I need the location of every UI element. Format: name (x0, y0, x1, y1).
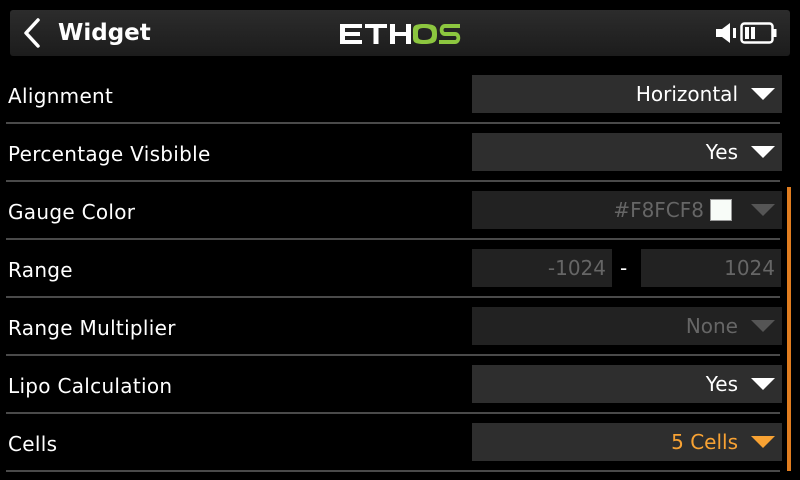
scrollbar[interactable] (787, 187, 791, 471)
gauge-color-value: #F8FCF8 (613, 198, 704, 222)
header: Widget (0, 0, 800, 66)
dropdown-arrow-icon (751, 378, 775, 390)
range-multiplier-select[interactable]: None (472, 307, 782, 345)
lipo-calculation-value: Yes (705, 372, 738, 396)
row-lipo-calculation: Lipo Calculation Yes (0, 356, 800, 414)
settings-list: Alignment Horizontal Percentage Visbible… (0, 66, 800, 472)
alignment-select[interactable]: Horizontal (472, 75, 782, 113)
page-title: Widget (58, 20, 151, 46)
percentage-visible-label: Percentage Visbible (8, 142, 211, 166)
cells-value: 5 Cells (671, 430, 738, 454)
range-max-field[interactable]: 1024 (641, 249, 781, 287)
color-swatch (710, 199, 732, 221)
dropdown-arrow-icon (751, 204, 775, 216)
row-cells: Cells 5 Cells (0, 414, 800, 472)
gauge-color-label: Gauge Color (8, 200, 136, 224)
range-multiplier-label: Range Multiplier (8, 316, 176, 340)
row-range-multiplier: Range Multiplier None (0, 298, 800, 356)
range-separator: - (620, 256, 628, 280)
range-label: Range (8, 258, 73, 282)
range-max-value: 1024 (724, 256, 775, 280)
row-alignment: Alignment Horizontal (0, 66, 800, 124)
dropdown-arrow-icon (751, 146, 775, 158)
lipo-calculation-label: Lipo Calculation (8, 374, 173, 398)
range-min-field[interactable]: -1024 (472, 249, 612, 287)
ethos-logo (338, 18, 462, 50)
range-min-value: -1024 (547, 256, 606, 280)
row-range: Range -1024 - 1024 (0, 240, 800, 298)
range-multiplier-value: None (685, 314, 738, 338)
dropdown-arrow-icon (751, 320, 775, 332)
chevron-left-icon (24, 18, 40, 48)
battery-icon (740, 21, 778, 45)
speaker-icon (712, 20, 738, 46)
cells-select[interactable]: 5 Cells (472, 423, 782, 461)
percentage-visible-value: Yes (705, 140, 738, 164)
gauge-color-select[interactable]: #F8FCF8 (472, 191, 782, 229)
alignment-label: Alignment (8, 84, 114, 108)
screen: Widget Alignment Horizontal Percentage V… (0, 0, 800, 480)
alignment-value: Horizontal (635, 82, 738, 106)
lipo-calculation-select[interactable]: Yes (472, 365, 782, 403)
row-gauge-color: Gauge Color #F8FCF8 (0, 182, 800, 240)
row-percentage-visible: Percentage Visbible Yes (0, 124, 800, 182)
divider (6, 470, 780, 472)
dropdown-arrow-icon (751, 88, 775, 100)
dropdown-arrow-icon (751, 436, 775, 448)
percentage-visible-select[interactable]: Yes (472, 133, 782, 171)
back-button[interactable] (14, 14, 50, 52)
cells-label: Cells (8, 432, 58, 456)
